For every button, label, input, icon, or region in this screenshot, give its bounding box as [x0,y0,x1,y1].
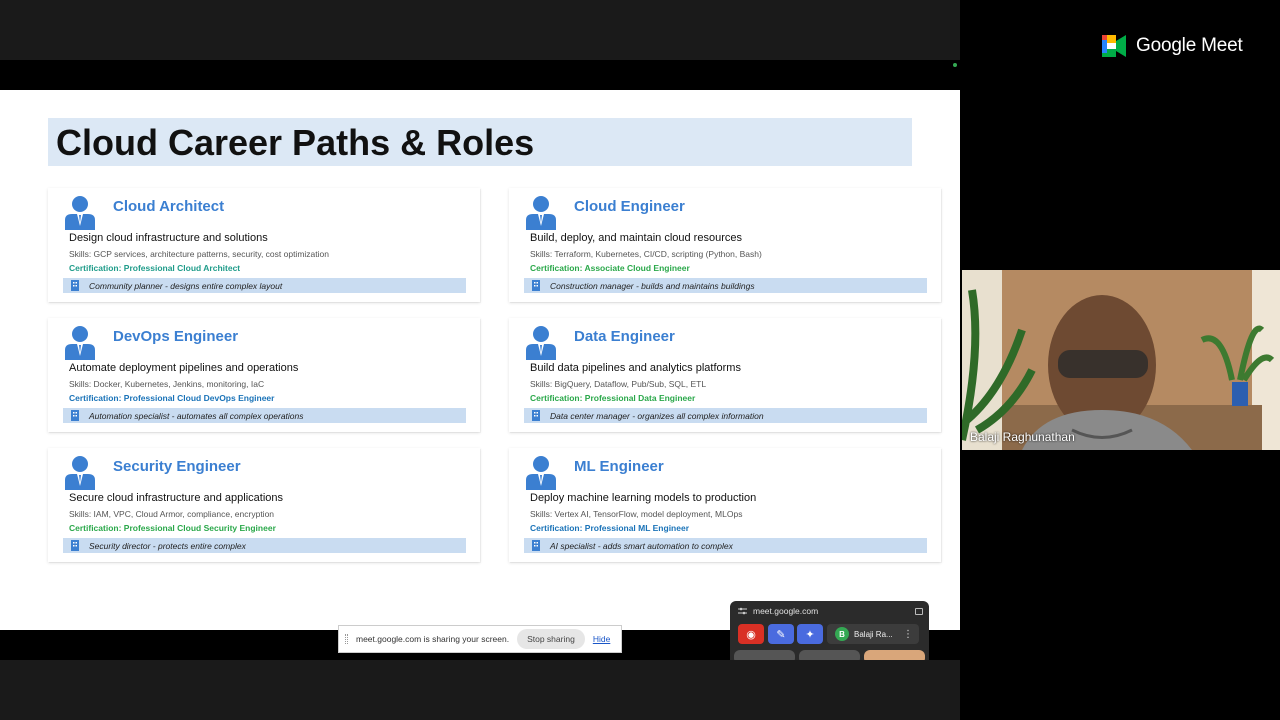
building-icon [71,410,79,421]
role-title: Cloud Architect [113,198,225,215]
pip-url-text: meet.google.com [753,606,819,616]
role-title: Data Engineer [574,328,675,345]
bottom-letterbox [0,660,960,720]
role-description: Design cloud infrastructure and solution… [69,232,268,244]
pip-video-tiles [734,650,925,660]
role-skills: Skills: BigQuery, Dataflow, Pub/Sub, SQL… [530,379,707,389]
person-icon [65,196,95,230]
building-icon [532,540,540,551]
role-description: Deploy machine learning models to produc… [530,492,757,504]
screen-share-bar: meet.google.com is sharing your screen. … [338,625,622,653]
role-skills: Skills: IAM, VPC, Cloud Armor, complianc… [69,509,275,519]
analogy-text: Security director - protects entire comp… [89,540,246,551]
role-analogy: Construction manager - builds and mainta… [524,278,927,293]
role-title: DevOps Engineer [113,328,239,345]
meet-pip-window: meet.google.com ◉ ✎ ✦ B Balaji Ra... ⋮ [730,601,929,660]
role-card-devops-engineer: DevOps Engineer Automate deployment pipe… [48,318,480,432]
sparkle-icon[interactable]: ✦ [797,624,823,644]
role-description: Secure cloud infrastructure and applicat… [69,492,284,504]
role-card-cloud-engineer: Cloud Engineer Build, deploy, and mainta… [509,188,941,302]
role-description: Automate deployment pipelines and operat… [69,362,299,374]
role-certification: Certification: Professional Data Enginee… [530,393,696,403]
role-skills: Skills: Vertex AI, TensorFlow, model dep… [530,509,743,519]
more-options-icon[interactable]: ⋮ [903,629,913,640]
role-title: Security Engineer [113,458,241,475]
top-letterbox [0,0,960,60]
person-icon [65,326,95,360]
pip-tile[interactable] [734,650,795,660]
pip-tile[interactable] [799,650,860,660]
role-analogy: Community planner - designs entire compl… [63,278,466,293]
participant-chip-name: Balaji Ra... [854,629,893,639]
meet-camera-icon [1102,35,1126,57]
person-icon [526,456,556,490]
role-card-data-engineer: Data Engineer Build data pipelines and a… [509,318,941,432]
role-analogy: Data center manager - organizes all comp… [524,408,927,423]
role-title: Cloud Engineer [574,198,685,215]
analogy-text: AI specialist - adds smart automation to… [550,540,733,551]
person-icon [526,326,556,360]
role-skills: Skills: Terraform, Kubernetes, CI/CD, sc… [530,249,762,259]
avatar: B [835,627,849,641]
role-analogy: Security director - protects entire comp… [63,538,466,553]
google-meet-logo: Google Meet [1100,35,1243,57]
slide-title-band: Cloud Career Paths & Roles [48,118,912,166]
analogy-text: Construction manager - builds and mainta… [550,280,755,291]
back-to-tab-icon[interactable] [915,608,923,615]
pip-tile[interactable] [864,650,925,660]
role-analogy: Automation specialist - automates all co… [63,408,466,423]
stop-sharing-button[interactable]: Stop sharing [517,629,585,649]
role-skills: Skills: GCP services, architecture patte… [69,249,329,259]
role-certification: Certification: Professional Cloud Archit… [69,263,241,273]
pen-icon[interactable]: ✎ [768,624,794,644]
participant-name: Balaji Raghunathan [970,430,1075,444]
hide-link[interactable]: Hide [593,634,610,644]
building-icon [71,540,79,551]
analogy-text: Data center manager - organizes all comp… [550,410,764,421]
role-description: Build, deploy, and maintain cloud resour… [530,232,742,244]
building-icon [532,280,540,291]
role-certification: Certification: Professional Cloud DevOps… [69,393,275,403]
recording-indicator [953,63,957,67]
shared-slide: Cloud Career Paths & Roles Cloud Archite… [0,90,960,630]
role-title: ML Engineer [574,458,664,475]
role-certification: Certification: Professional ML Engineer [530,523,690,533]
analogy-text: Automation specialist - automates all co… [89,410,304,421]
role-skills: Skills: Docker, Kubernetes, Jenkins, mon… [69,379,265,389]
present-icon[interactable]: ◉ [738,624,764,644]
building-icon [532,410,540,421]
role-card-cloud-architect: Cloud Architect Design cloud infrastruct… [48,188,480,302]
role-certification: Certification: Professional Cloud Securi… [69,523,276,533]
person-icon [526,196,556,230]
pip-url-bar: meet.google.com [738,606,818,616]
participant-chip[interactable]: B Balaji Ra... ⋮ [827,624,919,644]
analogy-text: Community planner - designs entire compl… [89,280,283,291]
participant-video-tile[interactable]: Balaji Raghunathan [962,270,1280,450]
drag-handle-icon[interactable] [345,634,348,644]
role-certification: Certification: Associate Cloud Engineer [530,263,690,273]
role-card-ml-engineer: ML Engineer Deploy machine learning mode… [509,448,941,562]
meet-brand-text: Google Meet [1136,35,1243,56]
person-icon [65,456,95,490]
role-description: Build data pipelines and analytics platf… [530,362,741,374]
participant-video-frame [962,270,1280,450]
role-card-security-engineer: Security Engineer Secure cloud infrastru… [48,448,480,562]
sharing-message: meet.google.com is sharing your screen. [356,634,510,644]
building-icon [71,280,79,291]
slide-title: Cloud Career Paths & Roles [56,122,535,163]
role-analogy: AI specialist - adds smart automation to… [524,538,927,553]
site-settings-icon[interactable] [738,607,747,615]
